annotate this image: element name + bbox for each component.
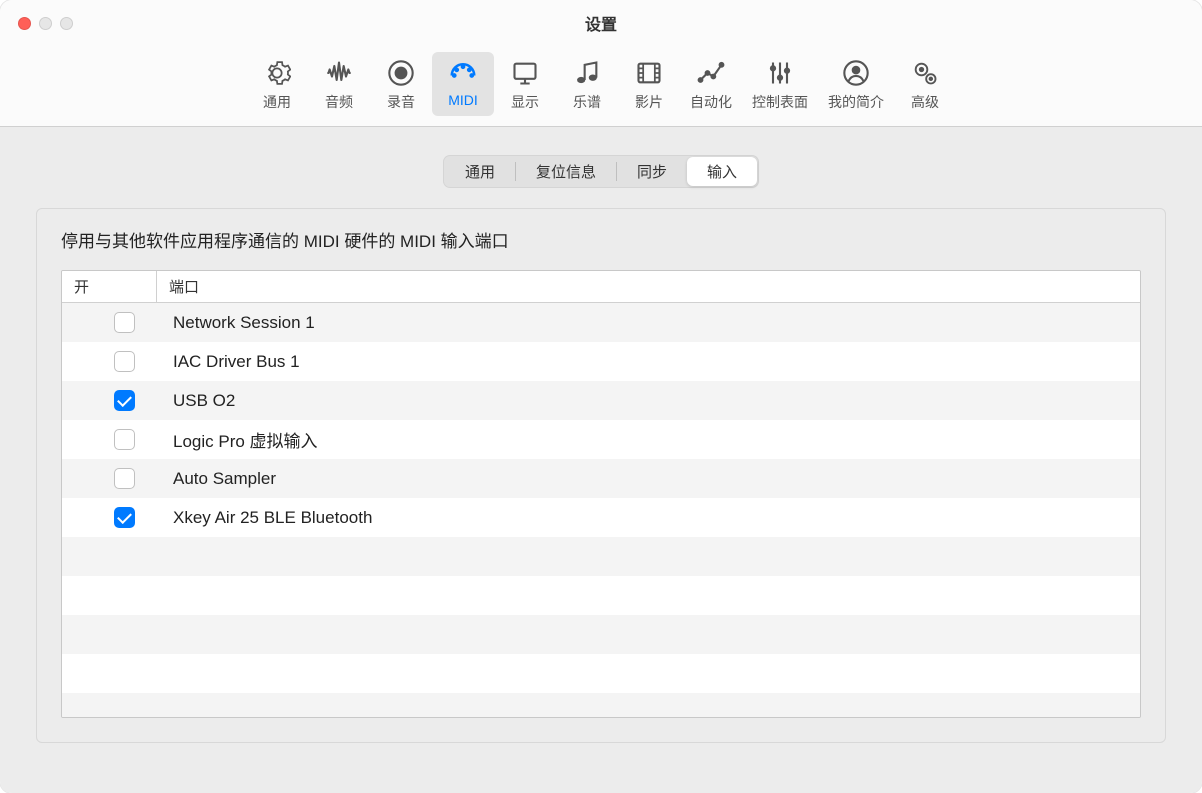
toolbar-item-record[interactable]: 录音 xyxy=(370,52,432,116)
midi-input-panel: 停用与其他软件应用程序通信的 MIDI 硬件的 MIDI 输入端口 开 端口 N… xyxy=(36,208,1166,743)
toolbar-item-advanced[interactable]: 高级 xyxy=(894,52,956,116)
table-body: Network Session 1 IAC Driver Bus 1 USB O… xyxy=(62,303,1140,717)
toolbar-label: 自动化 xyxy=(690,92,732,112)
gears-icon xyxy=(908,56,942,90)
empty-row xyxy=(62,537,1140,576)
port-name: Xkey Air 25 BLE Bluetooth xyxy=(157,508,1140,528)
toolbar-item-audio[interactable]: 音频 xyxy=(308,52,370,116)
table-row[interactable]: Xkey Air 25 BLE Bluetooth xyxy=(62,498,1140,537)
toolbar-label: MIDI xyxy=(448,92,478,108)
empty-row xyxy=(62,576,1140,615)
port-checkbox[interactable] xyxy=(114,468,135,489)
toolbar-item-movie[interactable]: 影片 xyxy=(618,52,680,116)
toolbar-label: 音频 xyxy=(325,92,353,112)
port-name: Auto Sampler xyxy=(157,469,1140,489)
close-button[interactable] xyxy=(18,17,31,30)
toolbar-item-automation[interactable]: 自动化 xyxy=(680,52,742,116)
toolbar-item-display[interactable]: 显示 xyxy=(494,52,556,116)
table-row[interactable]: Network Session 1 xyxy=(62,303,1140,342)
automation-icon xyxy=(694,56,728,90)
sliders-icon xyxy=(763,56,797,90)
empty-row xyxy=(62,615,1140,654)
table-row[interactable]: Logic Pro 虚拟输入 xyxy=(62,420,1140,459)
port-name: Logic Pro 虚拟输入 xyxy=(157,427,1140,452)
table-row[interactable]: USB O2 xyxy=(62,381,1140,420)
toolbar-item-general[interactable]: 通用 xyxy=(246,52,308,116)
port-checkbox[interactable] xyxy=(114,312,135,333)
table-header: 开 端口 xyxy=(62,271,1140,303)
port-checkbox[interactable] xyxy=(114,351,135,372)
score-icon xyxy=(570,56,604,90)
toolbar-label: 显示 xyxy=(511,92,539,112)
toolbar-label: 通用 xyxy=(263,92,291,112)
waveform-icon xyxy=(322,56,356,90)
toolbar-label: 影片 xyxy=(635,92,663,112)
port-name: USB O2 xyxy=(157,391,1140,411)
film-icon xyxy=(632,56,666,90)
toolbar-item-my-info[interactable]: 我的简介 xyxy=(818,52,894,116)
empty-row xyxy=(62,654,1140,693)
record-icon xyxy=(384,56,418,90)
table-row[interactable]: Auto Sampler xyxy=(62,459,1140,498)
toolbar-item-midi[interactable]: MIDI xyxy=(432,52,494,116)
toolbar-item-score[interactable]: 乐谱 xyxy=(556,52,618,116)
port-name: IAC Driver Bus 1 xyxy=(157,352,1140,372)
preferences-toolbar: 通用 音频 录音 MIDI 显示 xyxy=(0,46,1202,127)
column-header-port[interactable]: 端口 xyxy=(157,271,1140,302)
profile-icon xyxy=(839,56,873,90)
port-checkbox[interactable] xyxy=(114,429,135,450)
toolbar-label: 高级 xyxy=(911,92,939,112)
tab-reset[interactable]: 复位信息 xyxy=(516,157,616,186)
port-name: Network Session 1 xyxy=(157,313,1140,333)
toolbar-label: 录音 xyxy=(387,92,415,112)
display-icon xyxy=(508,56,542,90)
port-checkbox[interactable] xyxy=(114,507,135,528)
titlebar: 设置 xyxy=(0,0,1202,46)
zoom-button[interactable] xyxy=(60,17,73,30)
traffic-lights xyxy=(18,17,73,30)
gear-icon xyxy=(260,56,294,90)
midi-tabs: 通用 复位信息 同步 输入 xyxy=(0,155,1202,188)
tab-sync[interactable]: 同步 xyxy=(617,157,687,186)
tab-general[interactable]: 通用 xyxy=(445,157,515,186)
settings-window: 设置 通用 音频 录音 MIDI xyxy=(0,0,1202,793)
toolbar-label: 控制表面 xyxy=(752,92,808,112)
toolbar-label: 乐谱 xyxy=(573,92,601,112)
midi-ports-table: 开 端口 Network Session 1 IAC Driver Bus 1 xyxy=(61,270,1141,718)
panel-description: 停用与其他软件应用程序通信的 MIDI 硬件的 MIDI 输入端口 xyxy=(61,227,1141,252)
toolbar-label: 我的简介 xyxy=(828,92,884,112)
port-checkbox[interactable] xyxy=(114,390,135,411)
table-row[interactable]: IAC Driver Bus 1 xyxy=(62,342,1140,381)
toolbar-item-control-surfaces[interactable]: 控制表面 xyxy=(742,52,818,116)
column-header-on[interactable]: 开 xyxy=(62,271,157,302)
content-area: 通用 复位信息 同步 输入 停用与其他软件应用程序通信的 MIDI 硬件的 MI… xyxy=(0,127,1202,793)
window-title: 设置 xyxy=(16,11,1186,35)
empty-row xyxy=(62,693,1140,717)
tab-input[interactable]: 输入 xyxy=(687,157,757,186)
minimize-button[interactable] xyxy=(39,17,52,30)
midi-icon xyxy=(446,56,480,90)
